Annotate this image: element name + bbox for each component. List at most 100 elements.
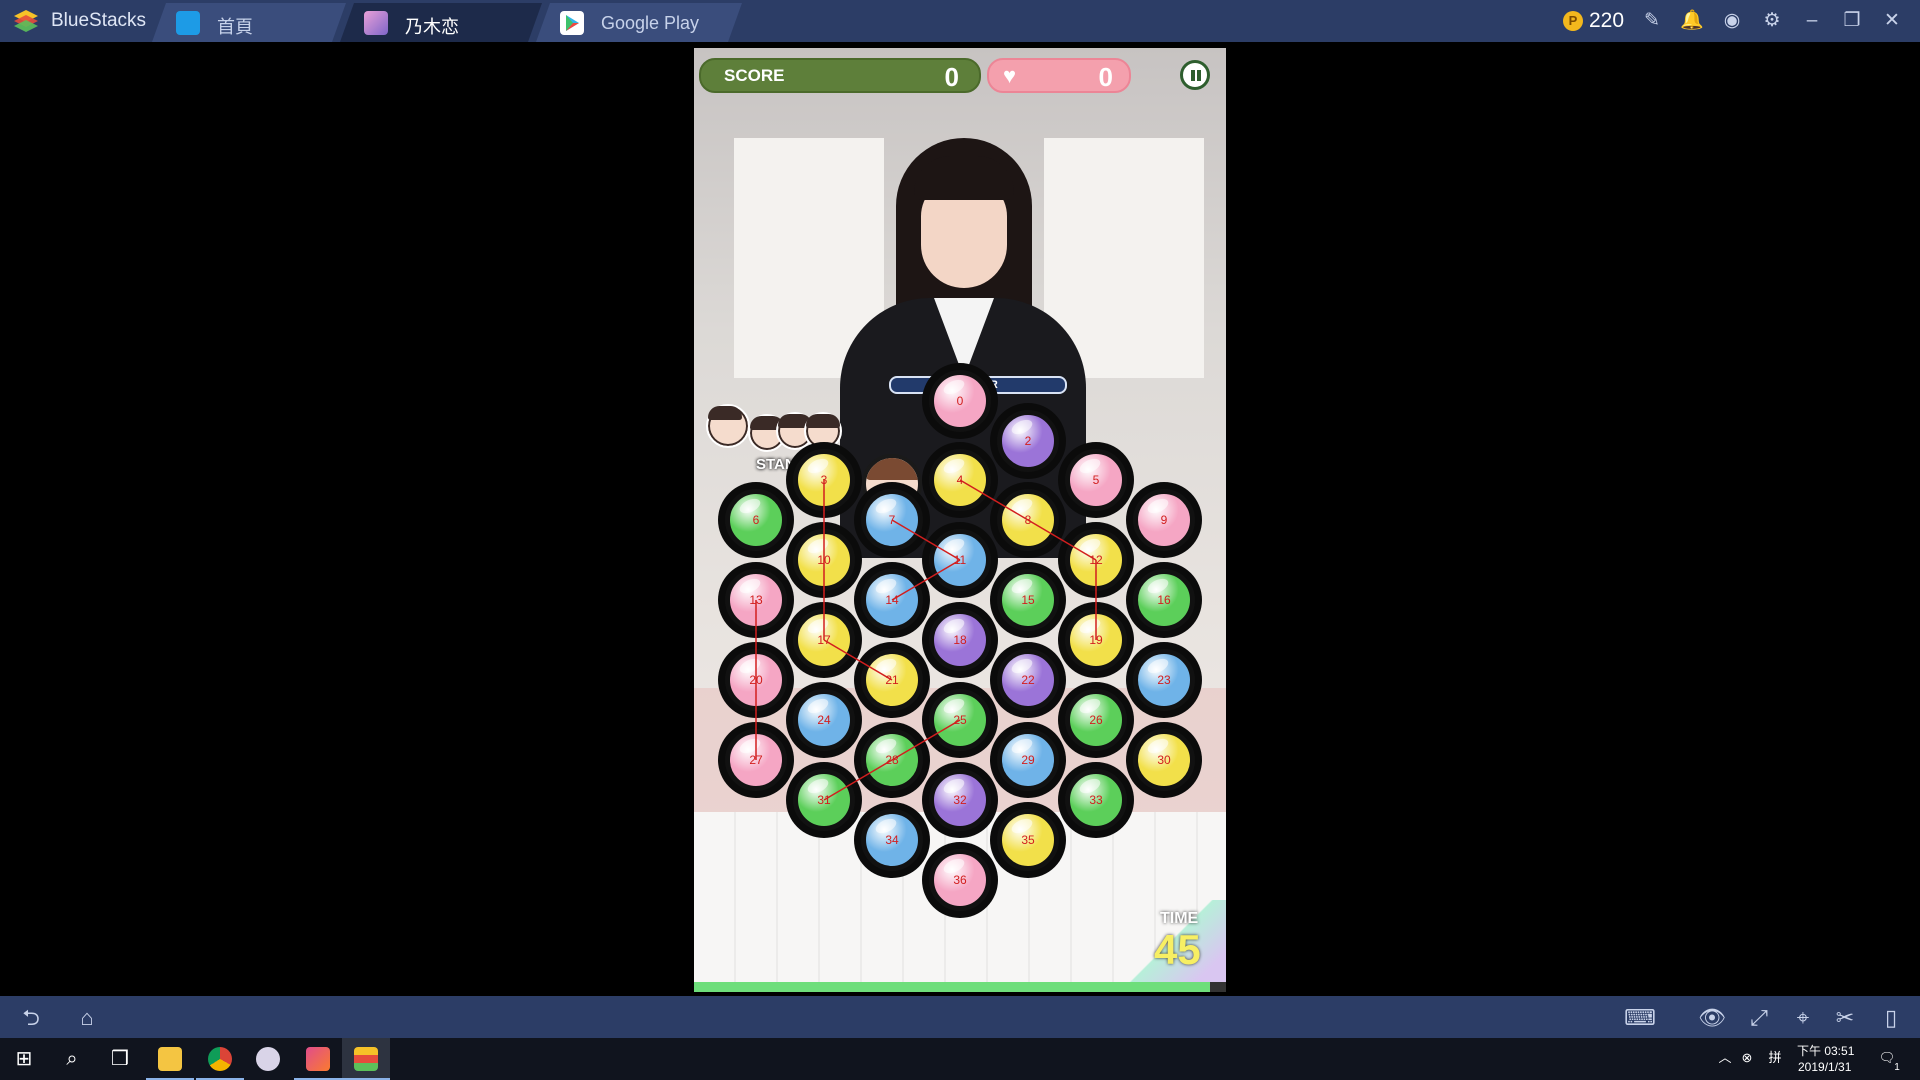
gem-number: 10 xyxy=(817,553,831,567)
rotate-icon[interactable]: ▯ xyxy=(1878,1005,1904,1031)
tab-google-play[interactable]: Google Play xyxy=(536,3,742,42)
gem-blue[interactable]: 34 xyxy=(861,809,923,871)
gem-yellow[interactable]: 17 xyxy=(793,609,855,671)
tab-label: 乃木恋 xyxy=(405,17,459,37)
gem-number: 14 xyxy=(885,593,899,607)
gem-number: 5 xyxy=(1092,473,1100,487)
fullscreen-icon[interactable]: ⤢ xyxy=(1746,1005,1772,1031)
keyboard-icon[interactable]: ⌨ xyxy=(1620,1005,1660,1031)
gem-number: 32 xyxy=(953,793,967,807)
game-screen: SCORE 0 ♥ 0 FEVER STANDBY 02345678910111… xyxy=(694,48,1226,992)
gem-pink[interactable]: 13 xyxy=(725,569,787,631)
gem-number: 2 xyxy=(1024,434,1032,448)
bell-icon[interactable]: 🔔 xyxy=(1680,9,1704,33)
gem-blue[interactable]: 23 xyxy=(1133,649,1195,711)
gem-purple[interactable]: 22 xyxy=(997,649,1059,711)
home-icon[interactable]: ⌂ xyxy=(70,1005,104,1031)
gem-yellow[interactable]: 4 xyxy=(929,449,991,511)
bluestacks-app[interactable] xyxy=(342,1038,390,1080)
gem-pink[interactable]: 27 xyxy=(725,729,787,791)
gem-green[interactable]: 16 xyxy=(1133,569,1195,631)
file-explorer-app[interactable] xyxy=(146,1038,194,1080)
game-icon xyxy=(364,11,388,35)
gem-pink[interactable]: 5 xyxy=(1065,449,1127,511)
input-method-icon[interactable]: 拼 xyxy=(1766,1049,1784,1067)
gem-number: 6 xyxy=(752,513,760,527)
paint-app[interactable] xyxy=(244,1038,292,1080)
app-name: BlueStacks xyxy=(51,10,147,31)
gem-green[interactable]: 26 xyxy=(1065,689,1127,751)
task-view-icon[interactable]: ❒ xyxy=(106,1045,134,1073)
gem-number: 35 xyxy=(1021,833,1035,847)
gem-number: 27 xyxy=(749,753,763,767)
gem-blue[interactable]: 11 xyxy=(929,529,991,591)
notification-count: 1 xyxy=(1894,1062,1900,1073)
gem-number: 7 xyxy=(888,513,896,527)
gem-green[interactable]: 15 xyxy=(997,569,1059,631)
gem-number: 11 xyxy=(953,553,967,567)
clock-date[interactable]: 2019/1/31 xyxy=(1798,1060,1851,1074)
gem-number: 8 xyxy=(1024,513,1032,527)
ide-app[interactable] xyxy=(294,1038,342,1080)
gem-blue[interactable]: 29 xyxy=(997,729,1059,791)
restore-icon[interactable]: ❐ xyxy=(1840,9,1864,33)
gem-pink[interactable]: 0 xyxy=(929,370,991,432)
gem-pink[interactable]: 9 xyxy=(1133,489,1195,551)
close-icon[interactable]: ✕ xyxy=(1880,9,1904,33)
gem-number: 18 xyxy=(953,633,967,647)
gem-yellow[interactable]: 3 xyxy=(793,449,855,511)
home-icon xyxy=(176,11,200,35)
gem-yellow[interactable]: 35 xyxy=(997,809,1059,871)
gem-number: 9 xyxy=(1160,513,1168,527)
paint-icon xyxy=(256,1047,280,1071)
gem-yellow[interactable]: 30 xyxy=(1133,729,1195,791)
gem-number: 25 xyxy=(953,713,967,727)
gem-number: 34 xyxy=(885,833,899,847)
coin-icon: P xyxy=(1563,11,1583,31)
tab-home[interactable]: 首頁 xyxy=(152,3,346,42)
gem-green[interactable]: 31 xyxy=(793,769,855,831)
coin-count[interactable]: 220 xyxy=(1589,9,1624,33)
gem-purple[interactable]: 32 xyxy=(929,769,991,831)
gem-yellow[interactable]: 8 xyxy=(997,489,1059,551)
windows-start-icon[interactable]: ⊞ xyxy=(10,1045,38,1073)
gem-number: 13 xyxy=(749,593,763,607)
chrome-app[interactable] xyxy=(196,1038,244,1080)
tab-game[interactable]: 乃木恋 xyxy=(340,3,542,42)
scissors-icon[interactable]: ✂ xyxy=(1832,1005,1858,1031)
gem-blue[interactable]: 14 xyxy=(861,569,923,631)
bluestacks-icon xyxy=(354,1047,378,1071)
eye-icon[interactable]: 👁 xyxy=(1698,1005,1726,1031)
clock-time[interactable]: 下午 03:51 xyxy=(1797,1042,1854,1059)
location-icon[interactable]: ⌖ xyxy=(1790,1005,1816,1031)
gem-green[interactable]: 6 xyxy=(725,489,787,551)
google-play-icon xyxy=(560,11,584,35)
gem-blue[interactable]: 7 xyxy=(861,489,923,551)
gem-blue[interactable]: 24 xyxy=(793,689,855,751)
gem-green[interactable]: 28 xyxy=(861,729,923,791)
gem-green[interactable]: 33 xyxy=(1065,769,1127,831)
back-icon[interactable]: ⮌ xyxy=(14,1005,48,1031)
pin-icon[interactable]: ✎ xyxy=(1640,9,1664,33)
gem-yellow[interactable]: 21 xyxy=(861,649,923,711)
network-off-icon[interactable]: ⊗ xyxy=(1738,1049,1756,1067)
gem-purple[interactable]: 2 xyxy=(997,410,1059,472)
gem-pink[interactable]: 20 xyxy=(725,649,787,711)
gem-green[interactable]: 25 xyxy=(929,689,991,751)
gem-yellow[interactable]: 19 xyxy=(1065,609,1127,671)
gem-yellow[interactable]: 12 xyxy=(1065,529,1127,591)
gem-yellow[interactable]: 10 xyxy=(793,529,855,591)
gem-number: 33 xyxy=(1089,793,1103,807)
account-icon[interactable]: ◉ xyxy=(1720,9,1744,33)
time-progress-bar xyxy=(694,982,1226,992)
minimize-icon[interactable]: – xyxy=(1800,9,1824,33)
gem-number: 20 xyxy=(749,673,763,687)
tray-overflow-icon[interactable]: ︿ xyxy=(1716,1049,1734,1067)
search-icon[interactable]: ⌕ xyxy=(58,1045,86,1073)
gear-icon[interactable]: ⚙ xyxy=(1760,9,1784,33)
gem-pink[interactable]: 36 xyxy=(929,849,991,911)
bluestacks-bottom-bar: ⮌ ⌂ ⌨ 👁 ⤢ ⌖ ✂ ▯ xyxy=(0,996,1920,1038)
gem-purple[interactable]: 18 xyxy=(929,609,991,671)
bluestacks-title-bar: BlueStacks 首頁 乃木恋 Google Play P 220 ✎ 🔔 … xyxy=(0,0,1920,42)
windows-taskbar: ⊞ ⌕ ❒ ︿ ⊗ 拼 下午 03:51 2019/1/31 🗨 1 xyxy=(0,1038,1920,1080)
